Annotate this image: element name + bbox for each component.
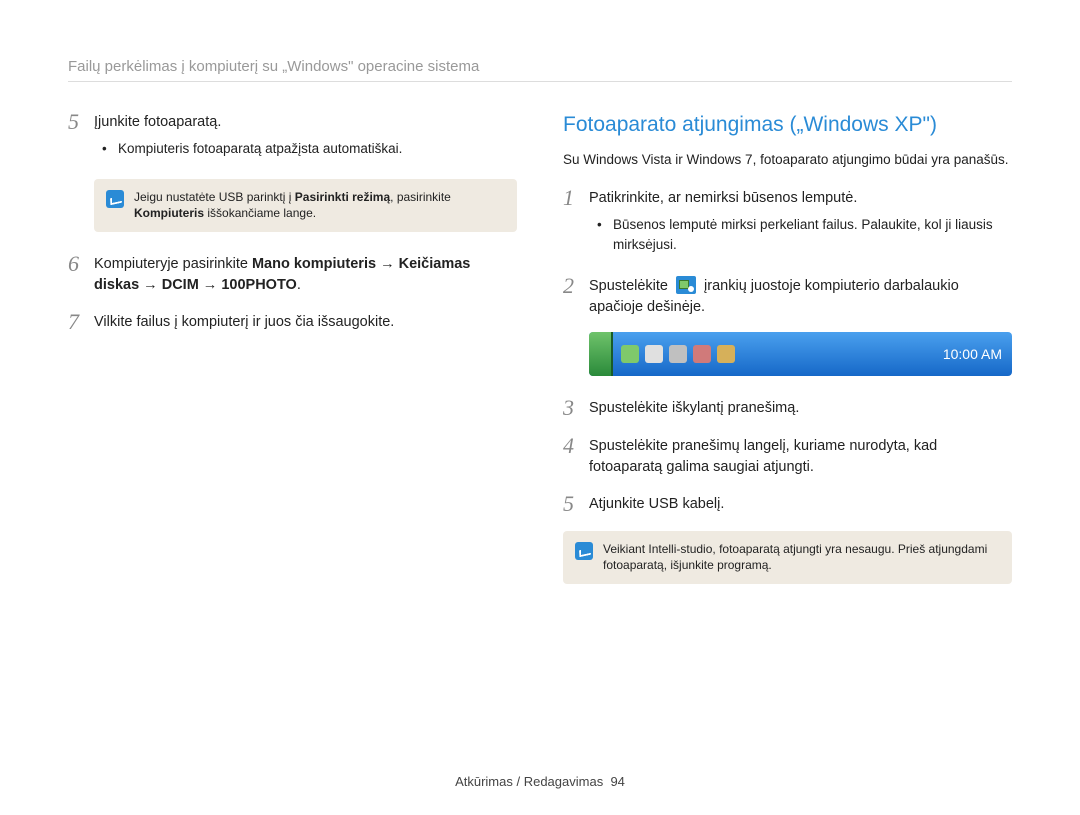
- step-number: 2: [563, 274, 589, 318]
- system-tray: [613, 332, 743, 376]
- step-text: Vilkite failus į kompiuterį ir juos čia …: [94, 310, 517, 334]
- right-column: Fotoaparato atjungimas („Windows XP") Su…: [563, 110, 1012, 604]
- right-step-2: 2 Spustelėkite įrankių juostoje kompiute…: [563, 274, 1012, 318]
- right-step-1: 1 Patikrinkite, ar nemirksi būsenos lemp…: [563, 186, 1012, 260]
- start-button-icon: [589, 332, 613, 376]
- bullet: Kompiuteris fotoaparatą atpažįsta automa…: [102, 139, 517, 159]
- note-icon: [106, 190, 124, 208]
- tray-icon: [693, 345, 711, 363]
- taskbar-clock: 10:00 AM: [943, 344, 1002, 364]
- tray-icon: [717, 345, 735, 363]
- note-text: Jeigu nustatėte USB parinktį į Pasirinkt…: [134, 189, 505, 223]
- step-text: Spustelėkite iškylantį pranešimą.: [589, 396, 1012, 420]
- left-step-7: 7 Vilkite failus į kompiuterį ir juos či…: [68, 310, 517, 334]
- step-number: 3: [563, 396, 589, 420]
- left-step-5: 5 Įjunkite fotoaparatą. Kompiuteris foto…: [68, 110, 517, 165]
- tray-icon: [645, 345, 663, 363]
- note-box: Veikiant Intelli-studio, fotoaparatą atj…: [563, 531, 1012, 585]
- step-text: Spustelėkite įrankių juostoje kompiuteri…: [589, 274, 1012, 318]
- step-number: 6: [68, 252, 94, 296]
- note-text: Veikiant Intelli-studio, fotoaparatą atj…: [603, 541, 1000, 575]
- breadcrumb: Failų perkėlimas į kompiuterį su „Window…: [68, 58, 1012, 82]
- note-box: Jeigu nustatėte USB parinktį į Pasirinkt…: [94, 179, 517, 233]
- step-number: 1: [563, 186, 589, 260]
- left-column: 5 Įjunkite fotoaparatą. Kompiuteris foto…: [68, 110, 517, 604]
- note-icon: [575, 542, 593, 560]
- step-text: Kompiuteryje pasirinkite Mano kompiuteri…: [94, 252, 517, 296]
- right-step-4: 4 Spustelėkite pranešimų langelį, kuriam…: [563, 434, 1012, 478]
- right-step-5: 5 Atjunkite USB kabelį.: [563, 492, 1012, 516]
- tray-icon: [621, 345, 639, 363]
- tray-icon: [669, 345, 687, 363]
- bullet: Būsenos lemputė mirksi perkeliant failus…: [597, 215, 1012, 254]
- safely-remove-icon: [676, 276, 696, 294]
- taskbar-screenshot: 10:00 AM: [589, 332, 1012, 376]
- step-number: 4: [563, 434, 589, 478]
- step-text: Patikrinkite, ar nemirksi būsenos lemput…: [589, 190, 857, 206]
- left-step-6: 6 Kompiuteryje pasirinkite Mano kompiute…: [68, 252, 517, 296]
- step-number: 5: [563, 492, 589, 516]
- section-title: Fotoaparato atjungimas („Windows XP"): [563, 110, 1012, 140]
- step-text: Atjunkite USB kabelį.: [589, 492, 1012, 516]
- right-step-3: 3 Spustelėkite iškylantį pranešimą.: [563, 396, 1012, 420]
- step-text: Spustelėkite pranešimų langelį, kuriame …: [589, 434, 1012, 478]
- page-footer: Atkūrimas / Redagavimas 94: [0, 774, 1080, 789]
- step-number: 7: [68, 310, 94, 334]
- step-number: 5: [68, 110, 94, 165]
- section-intro: Su Windows Vista ir Windows 7, fotoapara…: [563, 150, 1012, 170]
- step-text: Įjunkite fotoaparatą.: [94, 114, 221, 130]
